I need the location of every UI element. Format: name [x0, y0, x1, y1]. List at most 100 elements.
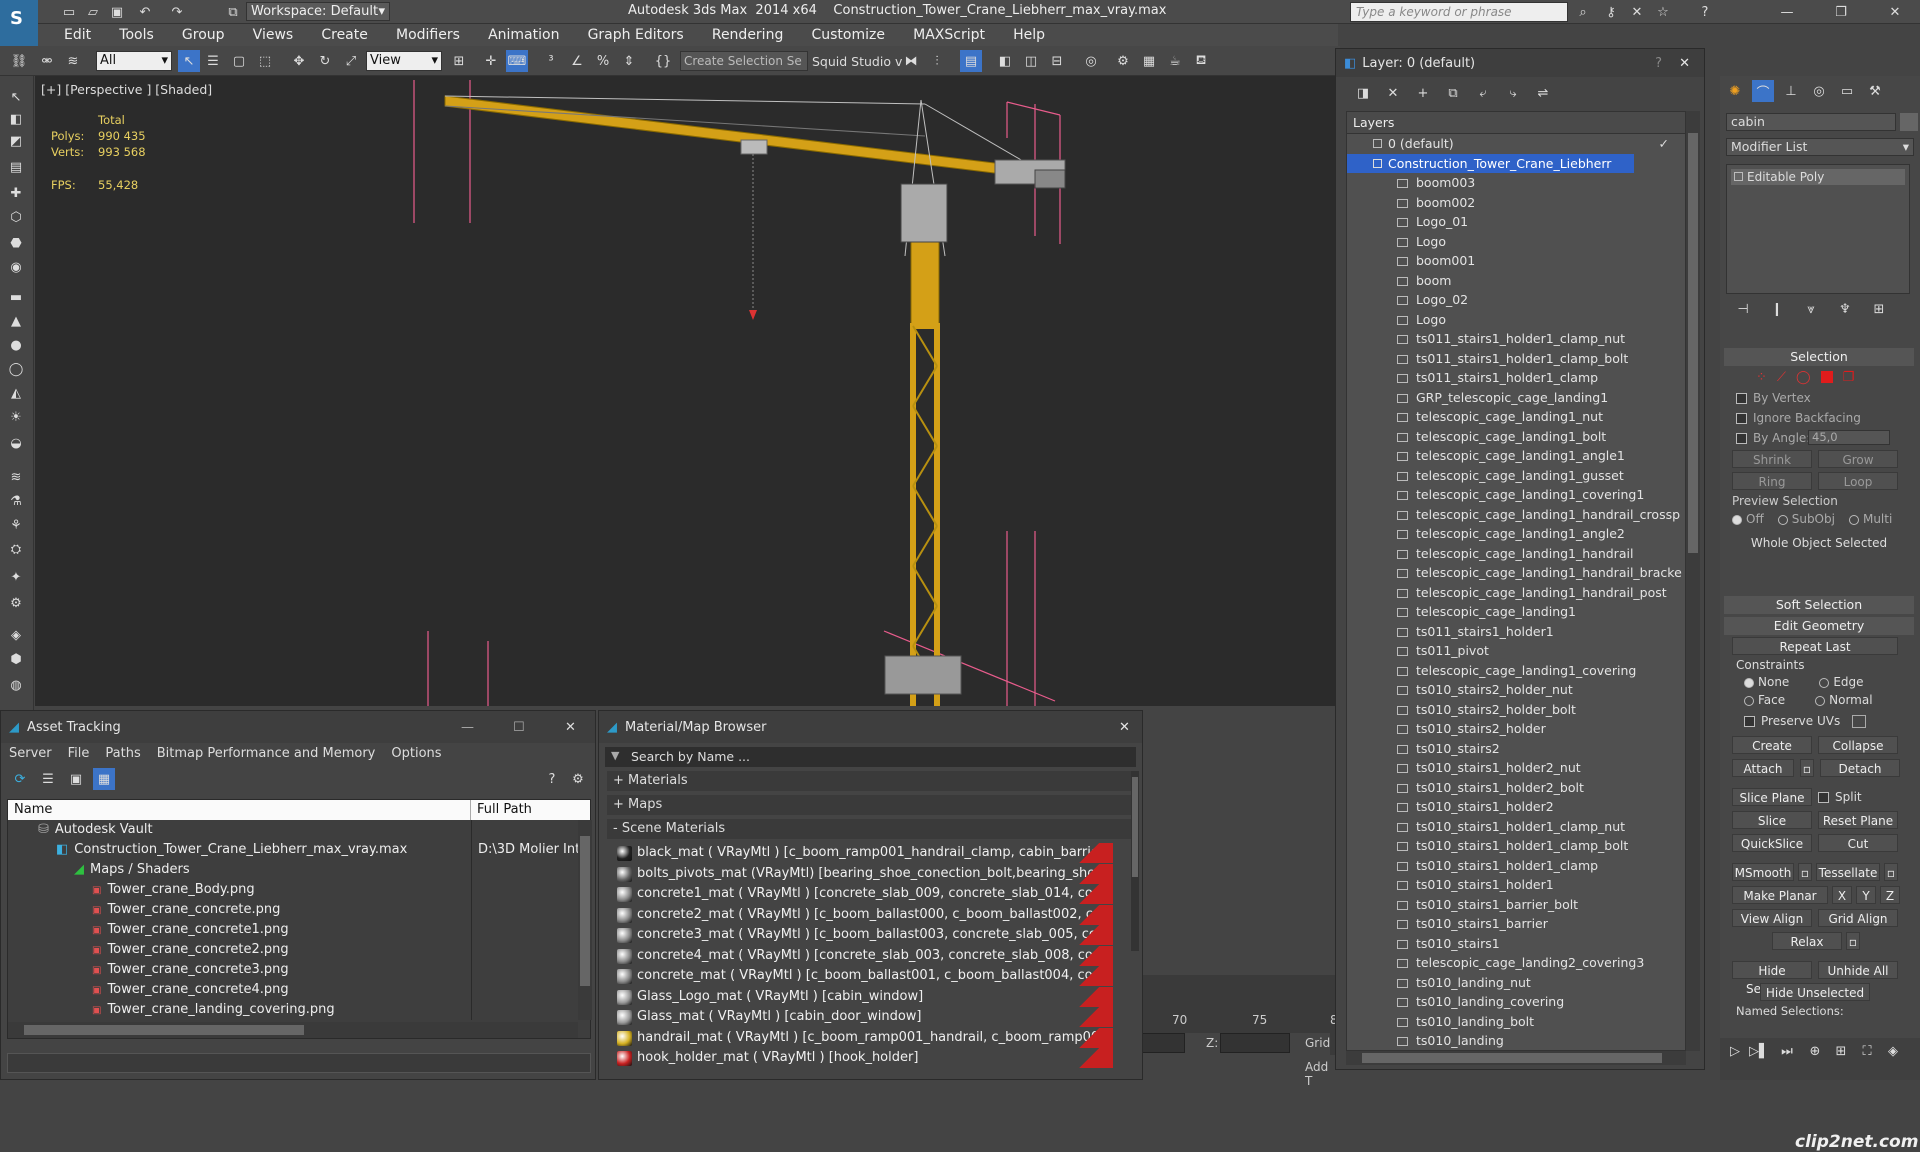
save-icon[interactable]: ▣ [106, 1, 128, 23]
help-search-input[interactable]: Type a keyword or phrase [1350, 2, 1568, 22]
slice-button[interactable]: Slice [1732, 810, 1812, 829]
asset-row-texture[interactable]: ▣ Tower_crane_concrete4.png [8, 980, 590, 1000]
scene-material-row[interactable]: hook_holder_mat ( VRayMtl ) [hook_holder… [607, 1048, 1113, 1069]
layer-object-row[interactable]: telescopic_cage_landing1_handrail_crossp [1347, 505, 1685, 525]
layer-object-row[interactable]: ts011_pivot [1347, 641, 1685, 661]
split-checkbox[interactable] [1818, 791, 1829, 803]
layer-object-row[interactable]: telescopic_cage_landing1_gusset [1347, 466, 1685, 486]
asset-row-maps[interactable]: ◢ Maps / Shaders [8, 860, 590, 880]
layer-object-row[interactable]: ts011_stairs1_holder1_clamp_bolt [1347, 349, 1685, 369]
maximize-icon[interactable]: ☐ [513, 720, 525, 735]
goto-end-icon[interactable]: ⏭ [1776, 1040, 1798, 1062]
menu-views[interactable]: Views [253, 27, 294, 43]
undo-icon[interactable]: ↶ [134, 1, 156, 23]
by-angle-checkbox[interactable] [1736, 433, 1747, 444]
hierarchy-tab-icon[interactable]: ⊥ [1780, 80, 1802, 102]
cut-button[interactable]: Cut [1818, 833, 1898, 852]
layer-object-row[interactable]: GRP_telescopic_cage_landing1 [1347, 388, 1685, 408]
vertex-level-icon[interactable]: ⁘ [1756, 370, 1767, 385]
graphite-icon[interactable]: ◧ [994, 50, 1016, 72]
repeat-last-button[interactable]: Repeat Last [1732, 637, 1898, 655]
list-view-icon[interactable]: ☰ [37, 768, 59, 790]
planar-z-button[interactable]: Z [1880, 885, 1900, 904]
tool-icon-7[interactable]: ⬣ [5, 232, 27, 254]
sphere-primitive-icon[interactable]: ● [5, 334, 27, 356]
grid-align-button[interactable]: Grid Align [1818, 908, 1898, 927]
constraint-none-option[interactable]: None [1744, 673, 1789, 691]
menu-tools[interactable]: Tools [119, 27, 154, 43]
shrink-button[interactable]: Shrink [1732, 450, 1812, 468]
asset-vertical-scrollbar[interactable] [578, 820, 592, 1020]
bind-space-warp-icon[interactable]: ≋ [62, 50, 84, 72]
crane-model[interactable] [35, 76, 1335, 706]
remove-modifier-icon[interactable]: ♆ [1834, 298, 1856, 320]
curve-editor-icon[interactable]: ◫ [1020, 50, 1042, 72]
layer-object-row[interactable]: telescopic_cage_landing1_handrail_bracke [1347, 563, 1685, 583]
selection-filter-dropdown[interactable]: All ▾ [96, 51, 172, 71]
layer-object-row[interactable]: telescopic_cage_landing1_covering1 [1347, 485, 1685, 505]
tool-icon-8[interactable]: ◉ [5, 256, 27, 278]
tool-icon-23[interactable]: ◍ [5, 674, 27, 696]
torus-primitive-icon[interactable]: ◯ [5, 358, 27, 380]
layer-object-row[interactable]: telescopic_cage_landing1_angle1 [1347, 446, 1685, 466]
modifier-stack-item[interactable]: Editable Poly [1731, 169, 1905, 185]
thumbnail-icon[interactable]: ▣ [65, 768, 87, 790]
layer-object-row[interactable]: Logo [1347, 310, 1685, 330]
add-time-tag[interactable]: Add T [1305, 1060, 1330, 1088]
create-button[interactable]: Create [1732, 735, 1812, 754]
asset-row-texture[interactable]: ▣ Tower_crane_concrete.png [8, 900, 590, 920]
menu-maxscript[interactable]: MAXScript [913, 27, 985, 43]
render-production-icon[interactable]: ☕ [1164, 50, 1186, 72]
scene-material-row[interactable]: concrete3_mat ( VRayMtl ) [c_boom_ballas… [607, 925, 1113, 946]
asset-hscroll-thumb[interactable] [24, 1025, 304, 1035]
preview-multi-option[interactable]: Multi [1848, 510, 1892, 528]
open-file-icon[interactable]: ▱ [82, 1, 104, 23]
polygon-level-icon[interactable] [1820, 371, 1833, 383]
tool-icon-3[interactable]: ◩ [5, 130, 27, 152]
menu-group[interactable]: Group [182, 27, 225, 43]
create-tab-icon[interactable]: ✺ [1724, 80, 1746, 102]
layer-object-row[interactable]: Logo_02 [1347, 290, 1685, 310]
help-icon[interactable]: ? [1655, 56, 1662, 71]
layer-object-row[interactable]: Logo [1347, 232, 1685, 252]
material-search-input[interactable]: ▼ Search by Name ... [605, 747, 1136, 767]
materials-group[interactable]: + Materials [607, 771, 1134, 791]
asset-menu-file[interactable]: File [68, 743, 90, 765]
layer-object-row[interactable]: telescopic_cage_landing1 [1347, 602, 1685, 622]
layer-object-row[interactable]: ts010_stairs1_barrier_bolt [1347, 895, 1685, 915]
scene-material-row[interactable]: Glass_Logo_mat ( VRayMtl ) [cabin_window… [607, 986, 1113, 1008]
layer-scrollbar-thumb[interactable] [1688, 133, 1698, 553]
select-objects-icon[interactable]: ⤶ [1472, 82, 1494, 104]
by-vertex-option[interactable]: By Vertex [1724, 388, 1914, 408]
layer-object-row[interactable]: ts010_landing_covering [1347, 992, 1685, 1012]
layer-object-row[interactable]: ts010_stairs2_holder_nut [1347, 680, 1685, 700]
planar-y-button[interactable]: Y [1856, 885, 1876, 904]
layer-manager-icon[interactable]: ▤ [960, 50, 982, 72]
hide-all-icon[interactable]: ⇌ [1532, 82, 1554, 104]
layer-object-row[interactable]: ts010_stairs1_holder1_clamp_bolt [1347, 836, 1685, 856]
zoom-extents-icon[interactable]: ⛶ [1856, 1040, 1878, 1062]
show-end-result-icon[interactable]: ❙ [1766, 298, 1788, 320]
element-level-icon[interactable]: ❐ [1843, 370, 1855, 385]
align-icon[interactable]: ⫶ [926, 50, 948, 72]
scene-material-row[interactable]: black_mat ( VRayMtl ) [c_boom_ramp001_ha… [607, 843, 1113, 864]
asset-row-texture[interactable]: ▣ Tower_crane_landing_covering.png [8, 1000, 590, 1020]
menu-edit[interactable]: Edit [64, 27, 91, 43]
scene-material-row[interactable]: bolts_pivots_mat (VRayMtl) [bearing_shoe… [607, 863, 1113, 885]
zoom-all-icon[interactable]: ⊞ [1830, 1040, 1852, 1062]
teapot-icon[interactable]: ◒ [5, 432, 27, 454]
layer-object-row[interactable]: ts010_stairs2_holder [1347, 719, 1685, 739]
tool-icon-17[interactable]: ⚘ [5, 514, 27, 536]
render-iterative-icon[interactable]: ⛾ [1190, 50, 1212, 72]
tool-icon-6[interactable]: ⬡ [5, 206, 27, 228]
layer-vertical-scrollbar[interactable] [1686, 111, 1700, 1051]
new-layer-icon[interactable]: + [1412, 82, 1434, 104]
close-icon[interactable]: ✕ [1679, 56, 1690, 71]
percent-snap-icon[interactable]: % [592, 50, 614, 72]
tool-icon-1[interactable]: ↖ [5, 86, 27, 108]
layer-object-row[interactable]: telescopic_cage_landing1_angle2 [1347, 524, 1685, 544]
angle-spinner[interactable]: 45,0 [1808, 430, 1890, 445]
close-icon[interactable]: ✕ [1119, 720, 1130, 735]
workspace-dropdown[interactable]: Workspace: Default ▾ [246, 2, 390, 21]
preserve-uvs-option[interactable]: Preserve UVs [1724, 709, 1914, 733]
